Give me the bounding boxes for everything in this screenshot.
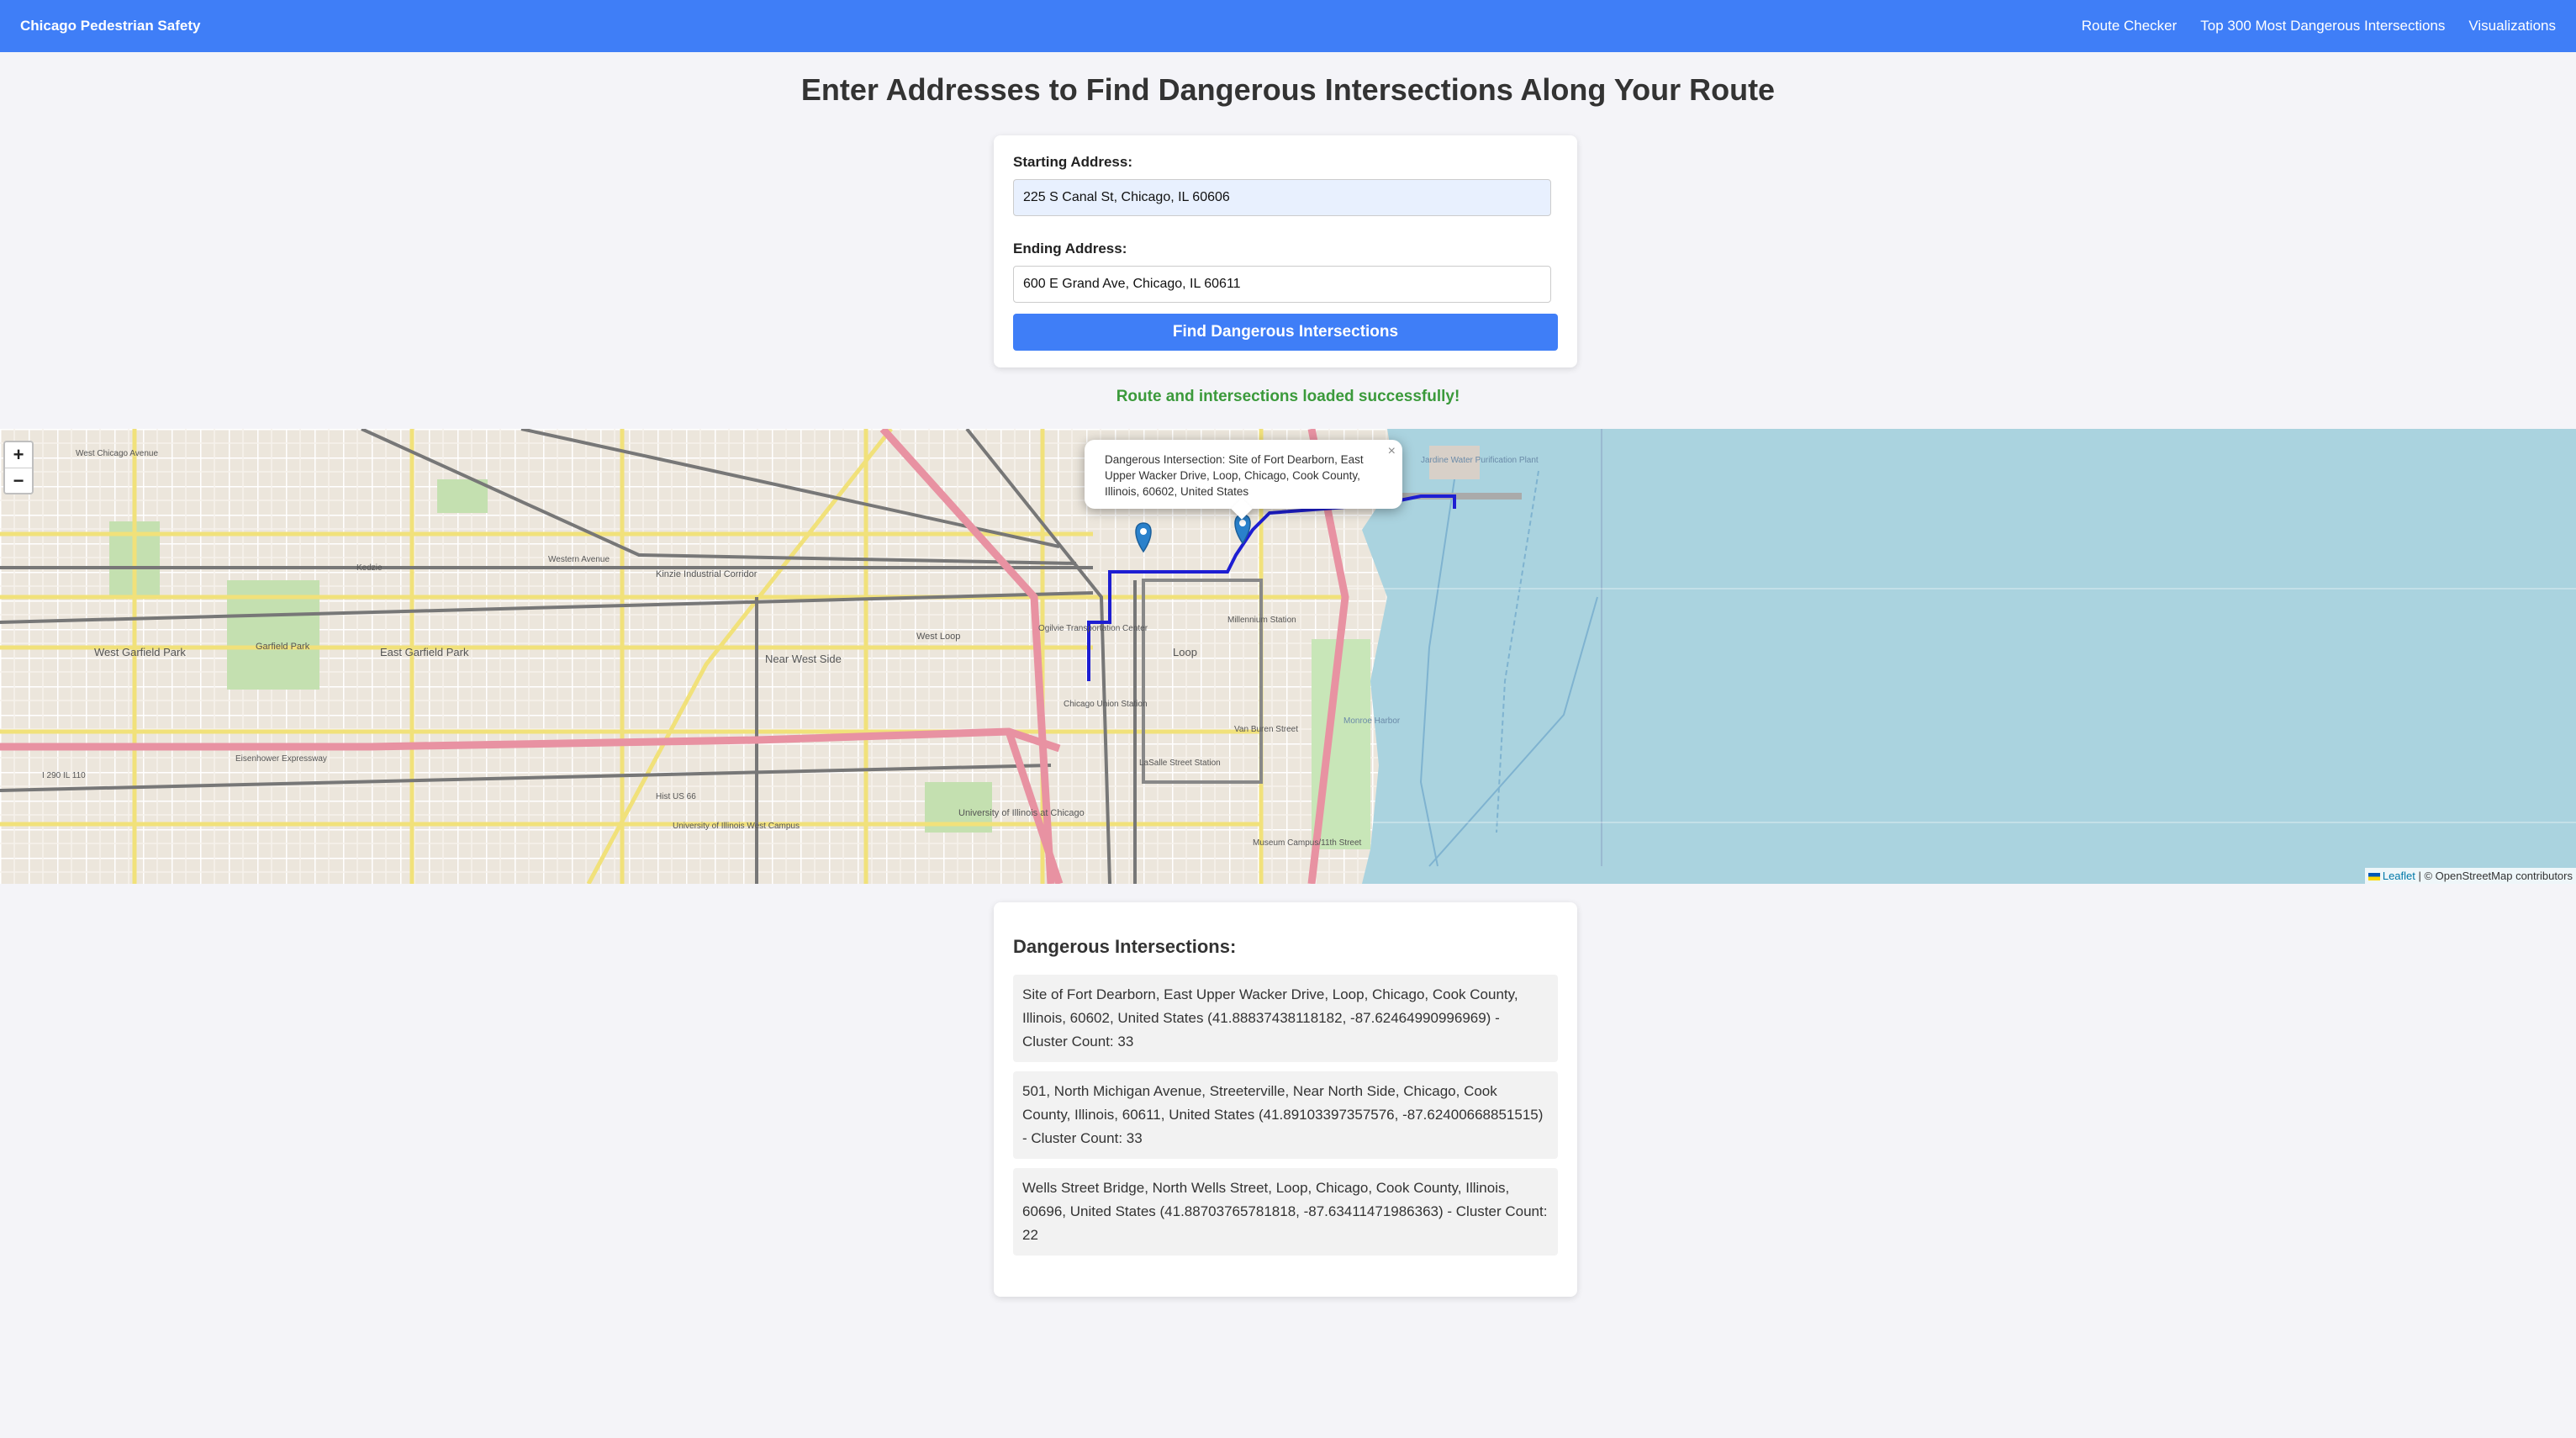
start-address-label: Starting Address: xyxy=(1013,154,1133,170)
result-item: 501, North Michigan Avenue, Streetervill… xyxy=(1013,1071,1558,1159)
osm-attribution: | © OpenStreetMap contributors xyxy=(2415,870,2573,882)
map-label-western: Western Avenue xyxy=(548,555,610,564)
map-label-museum: Museum Campus/11th Street xyxy=(1253,838,1362,848)
zoom-control: + − xyxy=(3,441,34,494)
route-map[interactable]: West Chicago Avenue Kedzie Western Avenu… xyxy=(0,429,2576,884)
map-label-kinzie: Kinzie Industrial Corridor xyxy=(656,569,757,579)
page-title: Enter Addresses to Find Dangerous Inters… xyxy=(800,72,1776,107)
map-label-west-garfield: West Garfield Park xyxy=(94,646,186,658)
nav-link-route-checker[interactable]: Route Checker xyxy=(2082,18,2177,34)
popup-text: Dangerous Intersection: Site of Fort Dea… xyxy=(1105,453,1364,498)
map-label-van-buren: Van Buren Street xyxy=(1234,725,1298,734)
zoom-out-button[interactable]: − xyxy=(5,468,32,493)
map-label-monroe: Monroe Harbor xyxy=(1343,716,1401,726)
status-message: Route and intersections loaded successfu… xyxy=(1116,388,1460,405)
results-card: Dangerous Intersections: Site of Fort De… xyxy=(994,902,1577,1297)
nav-links: Route Checker Top 300 Most Dangerous Int… xyxy=(2082,18,2556,34)
map-label-i290: I 290 IL 110 xyxy=(42,771,86,780)
leaflet-link[interactable]: Leaflet xyxy=(2383,870,2415,882)
map-label-union: Chicago Union Station xyxy=(1064,700,1148,709)
results-title: Dangerous Intersections: xyxy=(1013,936,1237,957)
nav-link-top-300[interactable]: Top 300 Most Dangerous Intersections xyxy=(2200,18,2445,34)
map-label-kedzie: Kedzie xyxy=(356,563,383,573)
brand-title[interactable]: Chicago Pedestrian Safety xyxy=(20,18,200,34)
map-label-loop: Loop xyxy=(1173,646,1197,658)
end-address-label: Ending Address: xyxy=(1013,241,1127,256)
map-label-west-loop: West Loop xyxy=(916,632,960,642)
intersection-popup: × Dangerous Intersection: Site of Fort D… xyxy=(1085,440,1402,520)
result-item: Site of Fort Dearborn, East Upper Wacker… xyxy=(1013,975,1558,1062)
route-form: Starting Address: Ending Address: Find D… xyxy=(994,135,1577,367)
end-address-input[interactable] xyxy=(1013,266,1551,303)
map-label-east-garfield: East Garfield Park xyxy=(380,646,469,658)
map-label-uic-west: University of Illinois West Campus xyxy=(673,822,800,831)
map-label-near-west: Near West Side xyxy=(765,653,842,665)
close-icon[interactable]: × xyxy=(1388,443,1396,459)
map-attribution: Leaflet | © OpenStreetMap contributors xyxy=(2364,868,2576,884)
ukraine-flag-icon xyxy=(2367,873,2380,881)
map-label-jardine: Jardine Water Purification Plant xyxy=(1421,456,1539,465)
find-intersections-button[interactable]: Find Dangerous Intersections xyxy=(1013,314,1558,351)
nav-link-visualizations[interactable]: Visualizations xyxy=(2468,18,2556,34)
map-label-garfield: Garfield Park xyxy=(256,642,310,652)
result-item: Wells Street Bridge, North Wells Street,… xyxy=(1013,1168,1558,1256)
start-address-input[interactable] xyxy=(1013,179,1551,216)
zoom-in-button[interactable]: + xyxy=(5,442,32,468)
map-label-ogilvie: Ogilvie Transportation Center xyxy=(1038,624,1148,633)
map-label-west-chicago-ave: West Chicago Avenue xyxy=(76,449,158,458)
map-label-lasalle: LaSalle Street Station xyxy=(1139,759,1221,768)
navbar: Chicago Pedestrian Safety Route Checker … xyxy=(0,0,2576,52)
map-label-us66: Hist US 66 xyxy=(656,792,696,801)
map-label-uic: University of Illinois at Chicago xyxy=(958,808,1085,818)
map-label-eisenhower: Eisenhower Expressway xyxy=(235,754,327,764)
map-label-millennium: Millennium Station xyxy=(1227,616,1296,625)
